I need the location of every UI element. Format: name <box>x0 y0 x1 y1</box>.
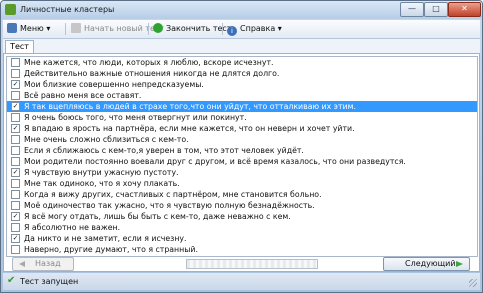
list-item-text: Я впадаю в ярость на партнёра, если мне … <box>24 124 355 133</box>
menu-button[interactable]: Меню ▾ <box>7 23 50 35</box>
toolbar: Меню ▾ Начать новый тест Закончить тест … <box>3 20 480 39</box>
checkbox[interactable] <box>11 223 20 232</box>
checkbox[interactable] <box>11 245 20 254</box>
list-item-text: Действительно важные отношения никогда н… <box>24 69 280 78</box>
new-test-button[interactable]: Начать новый тест <box>71 23 164 35</box>
finish-test-button[interactable]: Закончить тест <box>153 23 231 35</box>
close-button[interactable]: ✕ <box>448 2 481 17</box>
next-button[interactable]: Следующий <box>383 257 470 271</box>
app-window: Личностные кластеры — □ ✕ Меню ▾ Начать … <box>0 0 483 293</box>
list-item[interactable]: ✓ Я впадаю в ярость на партнёра, если мне… <box>7 123 477 134</box>
maximize-button[interactable]: □ <box>424 2 448 17</box>
checkbox[interactable]: ✓ <box>11 124 20 133</box>
checkbox[interactable] <box>11 146 20 155</box>
list-item[interactable]: Если я сближаюсь с кем-то,я уверен в том… <box>7 145 477 156</box>
list-item[interactable]: Всё равно меня все оставят. <box>7 90 477 101</box>
next-label: Следующий <box>405 259 456 268</box>
checkbox[interactable] <box>11 179 20 188</box>
tab-strip: Тест <box>3 39 480 54</box>
list-item[interactable]: Мне так одиноко, что я хочу плакать. <box>7 178 477 189</box>
help-icon: i <box>227 26 237 36</box>
toolbar-separator <box>222 23 223 35</box>
chevron-down-icon: ▾ <box>46 24 51 33</box>
window-title: Личностные кластеры <box>20 5 115 14</box>
help-label: Справка <box>240 24 276 33</box>
new-test-label: Начать новый тест <box>84 24 165 33</box>
list-item-text: Мои близкие совершенно непредсказуемы. <box>24 80 204 89</box>
menu-label: Меню <box>20 24 44 33</box>
list-item[interactable]: Когда я вижу других, счастливых с партнё… <box>7 189 477 200</box>
toolbar-separator <box>65 23 66 35</box>
checkbox[interactable]: ✓ <box>11 168 20 177</box>
help-button[interactable]: i Справка ▾ <box>227 23 282 36</box>
list-item[interactable]: ✓ Я всё могу отдать, лишь бы быть с кем-т… <box>7 211 477 222</box>
back-button[interactable]: Назад <box>12 257 74 271</box>
question-list[interactable]: Мне кажется, что люди, которых я люблю, … <box>6 56 478 257</box>
checkbox[interactable]: ✓ <box>11 102 20 111</box>
status-text: Тест запущен <box>20 277 79 286</box>
progress-bar <box>186 259 318 269</box>
checkbox[interactable] <box>11 113 20 122</box>
menu-icon <box>7 23 17 33</box>
test-panel: Мне кажется, что люди, которых я люблю, … <box>3 53 480 272</box>
checkbox[interactable] <box>11 135 20 144</box>
chevron-down-icon: ▾ <box>277 24 282 33</box>
list-item-text: Я чувствую внутри ужасную пустоту. <box>24 168 179 177</box>
checkbox[interactable]: ✓ <box>11 80 20 89</box>
list-item-text: Если я сближаюсь с кем-то,я уверен в том… <box>24 146 304 155</box>
check-status-icon: ✔ <box>7 275 16 286</box>
checkbox[interactable] <box>11 58 20 67</box>
app-icon <box>5 4 16 15</box>
list-item-text: Я всё могу отдать, лишь бы быть с кем-то… <box>24 212 291 221</box>
list-item[interactable]: Действительно важные отношения никогда н… <box>7 68 477 79</box>
tab-test[interactable]: Тест <box>5 40 34 54</box>
list-item-text: Мне так одиноко, что я хочу плакать. <box>24 179 180 188</box>
back-arrow-icon <box>19 261 25 267</box>
checkbox[interactable] <box>11 91 20 100</box>
list-item[interactable]: Я очень боюсь того, что меня отвергнут и… <box>7 112 477 123</box>
navigation-bar: Назад Следующий <box>6 256 476 271</box>
new-test-icon <box>71 23 81 33</box>
list-item[interactable]: Мои родители постоянно воевали друг с др… <box>7 156 477 167</box>
finish-icon <box>153 23 163 33</box>
list-item-text: Моё одиночество так ужасно, что я чувств… <box>24 201 315 210</box>
list-item-text: Когда я вижу других, счастливых с партнё… <box>24 190 322 199</box>
list-item[interactable]: Мне кажется, что люди, которых я люблю, … <box>7 57 477 68</box>
title-bar: Личностные кластеры — □ ✕ <box>1 1 482 19</box>
list-item-text: Мои родители постоянно воевали друг с др… <box>24 157 406 166</box>
list-item-text: Мне кажется, что люди, которых я люблю, … <box>24 58 274 67</box>
list-item[interactable]: Моё одиночество так ужасно, что я чувств… <box>7 200 477 211</box>
minimize-button[interactable]: — <box>400 2 424 17</box>
list-item[interactable]: ✓ Да никто и не заметит, если я исчезну. <box>7 233 477 244</box>
list-item[interactable]: Я абсолютно не важен. <box>7 222 477 233</box>
list-item-text: Мне очень сложно сблизиться с кем-то. <box>24 135 189 144</box>
next-arrow-icon <box>456 261 463 267</box>
checkbox[interactable]: ✓ <box>11 212 20 221</box>
list-item[interactable]: ✓ Мои близкие совершенно непредсказуемы. <box>7 79 477 90</box>
checkbox[interactable] <box>11 69 20 78</box>
list-item[interactable]: ✓ Я чувствую внутри ужасную пустоту. <box>7 167 477 178</box>
resize-grip-icon[interactable] <box>469 279 477 287</box>
list-item[interactable]: Наверно, другие думают, что я странный. <box>7 244 477 255</box>
status-bar: ✔ Тест запущен <box>3 273 480 290</box>
list-item-text: Всё равно меня все оставят. <box>24 91 142 100</box>
checkbox[interactable]: ✓ <box>11 234 20 243</box>
list-item-text: Я очень боюсь того, что меня отвергнут и… <box>24 113 247 122</box>
checkbox[interactable] <box>11 157 20 166</box>
toolbar-separator <box>148 23 149 35</box>
back-label: Назад <box>35 259 61 268</box>
list-item-text: Да никто и не заметит, если я исчезну. <box>24 234 187 243</box>
checkbox[interactable] <box>11 201 20 210</box>
list-item[interactable]: Мне очень сложно сблизиться с кем-то. <box>7 134 477 145</box>
checkbox[interactable] <box>11 190 20 199</box>
list-item[interactable]: ✓ Я так вцепляюсь в людей в страхе того,ч… <box>7 101 477 112</box>
list-item-text: Я так вцепляюсь в людей в страхе того,чт… <box>24 102 356 111</box>
list-item-text: Я абсолютно не важен. <box>24 223 121 232</box>
list-item-text: Наверно, другие думают, что я странный. <box>24 245 198 254</box>
